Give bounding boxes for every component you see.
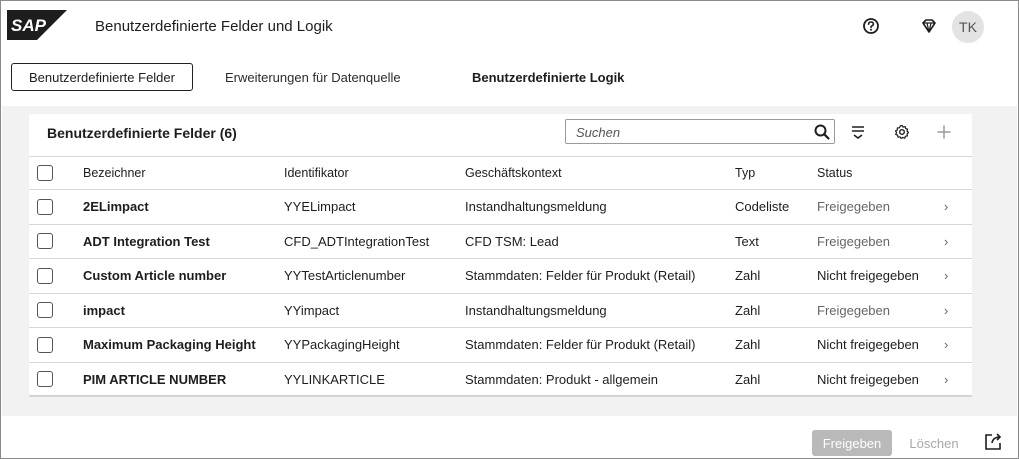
panel-title: Benutzerdefinierte Felder (6) — [47, 125, 237, 141]
field-name: 2ELimpact — [83, 199, 149, 215]
table-row[interactable]: PIM ARTICLE NUMBER YYLINKARTICLE Stammda… — [29, 363, 972, 397]
row-checkbox[interactable] — [37, 233, 53, 250]
tab-custom-fields[interactable]: Benutzerdefinierte Felder — [11, 63, 193, 91]
custom-fields-table: Bezeichner Identifikator Geschäftskontex… — [29, 156, 972, 397]
select-all-cell — [37, 157, 57, 189]
field-id: YYimpact — [284, 302, 340, 318]
add-icon[interactable] — [933, 121, 955, 143]
field-name: ADT Integration Test — [83, 233, 210, 249]
field-status: Freigegeben — [817, 199, 890, 215]
chevron-right-icon[interactable]: › — [944, 190, 958, 224]
release-button[interactable]: Freigeben — [812, 430, 892, 456]
field-status: Nicht freigegeben — [817, 371, 919, 387]
field-status: Freigegeben — [817, 302, 890, 318]
select-all-checkbox[interactable] — [37, 165, 53, 181]
row-select-cell — [37, 190, 57, 224]
chevron-right-icon[interactable]: › — [944, 294, 958, 328]
row-select-cell — [37, 259, 57, 293]
column-header-id[interactable]: Identifikator — [284, 157, 349, 189]
shell-header: SAP Benutzerdefinierte Felder und Logik … — [1, 1, 1018, 53]
help-icon[interactable] — [861, 16, 881, 36]
field-name: impact — [83, 302, 125, 318]
share-icon[interactable] — [983, 432, 1003, 452]
logo-text: SAP — [11, 16, 47, 35]
column-header-name[interactable]: Bezeichner — [83, 157, 146, 189]
tab-custom-logic[interactable]: Benutzerdefinierte Logik — [472, 63, 624, 91]
diamond-icon[interactable] — [919, 16, 939, 36]
field-type: Text — [735, 233, 759, 249]
row-checkbox[interactable] — [37, 302, 53, 319]
table-row[interactable]: Custom Article number YYTestArticlenumbe… — [29, 259, 972, 294]
row-select-cell — [37, 363, 57, 397]
table-row[interactable]: impact YYimpact Instandhaltungsmeldung Z… — [29, 294, 972, 328]
table-header-row: Bezeichner Identifikator Geschäftskontex… — [29, 156, 972, 190]
row-checkbox[interactable] — [37, 371, 53, 388]
field-id: YYTestArticlenumber — [284, 268, 406, 284]
row-checkbox[interactable] — [37, 198, 53, 215]
column-header-type[interactable]: Typ — [735, 157, 755, 189]
field-name: PIM ARTICLE NUMBER — [83, 371, 227, 387]
tab-data-source-extensions[interactable]: Erweiterungen für Datenquelle — [225, 63, 401, 91]
field-type: Zahl — [735, 337, 761, 353]
search-input[interactable] — [576, 123, 806, 141]
sap-logo[interactable]: SAP — [7, 10, 67, 40]
chevron-right-icon[interactable]: › — [944, 363, 958, 397]
table-row[interactable]: 2ELimpact YYELimpact Instandhaltungsmeld… — [29, 190, 972, 225]
footer-toolbar: Freigeben Löschen — [1, 416, 1018, 458]
sort-icon[interactable] — [847, 121, 869, 143]
user-avatar[interactable]: TK — [952, 11, 984, 43]
table-row[interactable]: Maximum Packaging Height YYPackagingHeig… — [29, 328, 972, 363]
settings-icon[interactable] — [891, 121, 913, 143]
field-status: Nicht freigegeben — [817, 337, 919, 353]
field-id: YYPackagingHeight — [284, 337, 400, 353]
field-type: Zahl — [735, 268, 761, 284]
field-name: Maximum Packaging Height — [83, 337, 256, 353]
row-checkbox[interactable] — [37, 267, 53, 284]
field-type: Zahl — [735, 371, 761, 387]
column-header-context[interactable]: Geschäftskontext — [465, 157, 562, 189]
search-field — [565, 119, 835, 144]
row-select-cell — [37, 294, 57, 328]
table-row[interactable]: ADT Integration Test CFD_ADTIntegrationT… — [29, 225, 972, 259]
field-context: Instandhaltungsmeldung — [465, 199, 607, 215]
chevron-right-icon[interactable]: › — [944, 225, 958, 259]
row-select-cell — [37, 328, 57, 362]
field-id: YYLINKARTICLE — [284, 371, 385, 387]
app-title: Benutzerdefinierte Felder und Logik — [95, 18, 333, 35]
field-name: Custom Article number — [83, 268, 227, 284]
field-status: Nicht freigegeben — [817, 268, 919, 284]
field-id: YYELimpact — [284, 199, 356, 215]
field-type: Zahl — [735, 302, 761, 318]
field-context: Instandhaltungsmeldung — [465, 302, 607, 318]
delete-button[interactable]: Löschen — [904, 430, 964, 456]
custom-fields-panel: Benutzerdefinierte Felder (6) Suchen Bez… — [29, 114, 972, 397]
chevron-right-icon[interactable]: › — [944, 328, 958, 362]
search-icon[interactable] — [813, 123, 831, 141]
field-id: CFD_ADTIntegrationTest — [284, 233, 430, 249]
column-header-status[interactable]: Status — [817, 157, 852, 189]
field-context: Stammdaten: Produkt - allgemein — [465, 371, 658, 387]
chevron-right-icon[interactable]: › — [944, 259, 958, 293]
field-context: Stammdaten: Felder für Produkt (Retail) — [465, 268, 696, 284]
row-select-cell — [37, 225, 57, 259]
field-type: Codeliste — [735, 199, 790, 215]
field-status: Freigegeben — [817, 233, 890, 249]
field-context: CFD TSM: Lead — [465, 233, 559, 249]
field-context: Stammdaten: Felder für Produkt (Retail) — [465, 337, 696, 353]
row-checkbox[interactable] — [37, 336, 53, 353]
app-shell: SAP Benutzerdefinierte Felder und Logik … — [0, 0, 1019, 459]
